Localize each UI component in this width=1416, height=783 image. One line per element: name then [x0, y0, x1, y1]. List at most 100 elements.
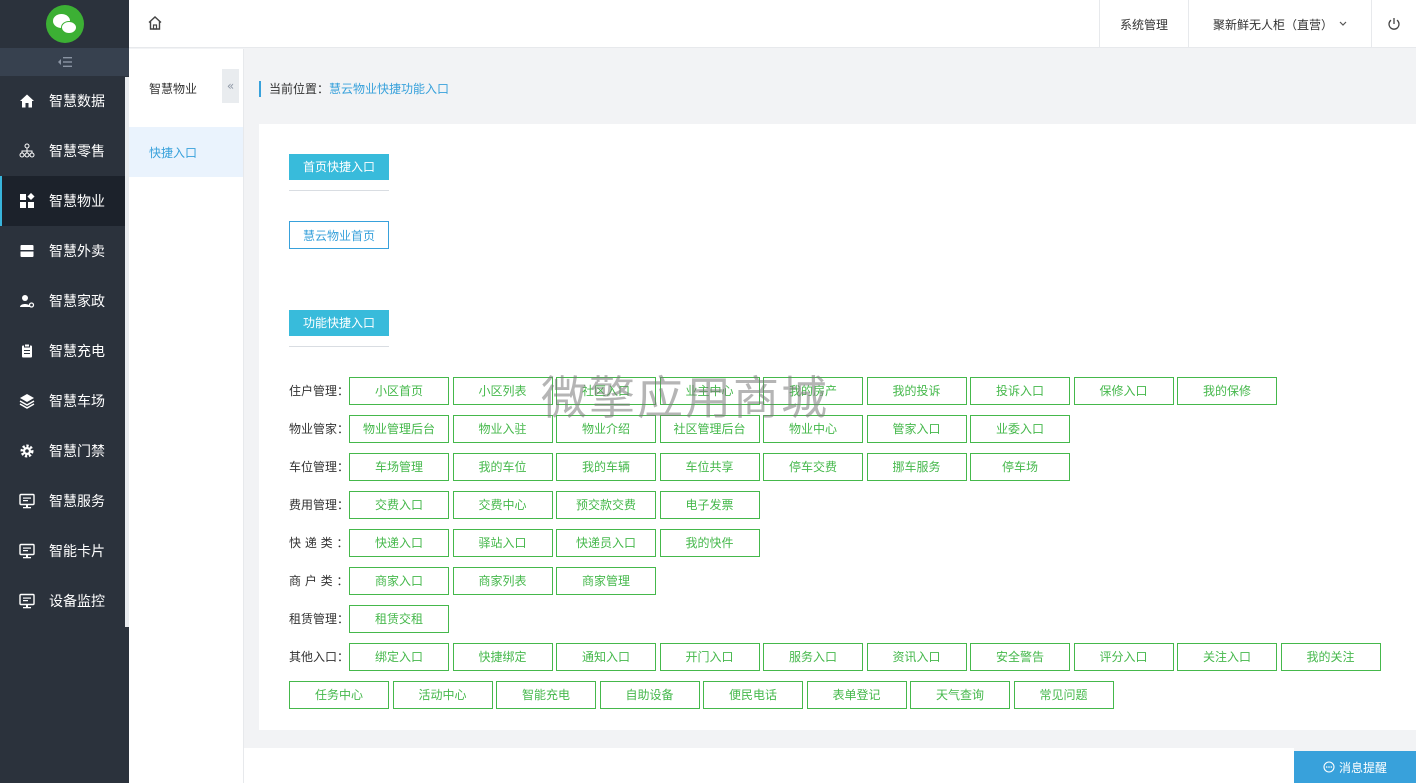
entry-button[interactable]: 天气查询 — [910, 680, 1010, 709]
entry-button[interactable]: 物业介绍 — [556, 414, 656, 443]
entry-button[interactable]: 管家入口 — [866, 414, 967, 443]
entry-row: 其他入口： 绑定入口 快捷绑定 通知入口 开门入口 服务入口 资讯入口 安全警告 评分入口 关注入… — [289, 642, 1384, 671]
entry-button[interactable]: 保修入口 — [1073, 376, 1174, 405]
entry-button[interactable]: 资讯入口 — [866, 642, 967, 671]
top-header: 系统管理 聚新鲜无人柜（直营） — [129, 0, 1416, 48]
entry-button[interactable]: 物业管理后台 — [349, 414, 449, 443]
entry-button[interactable]: 任务中心 — [289, 680, 389, 709]
sidebar-item-6[interactable]: 智慧车场 — [0, 376, 129, 426]
entry-button[interactable]: 我的投诉 — [866, 376, 967, 405]
entry-row: 快 递 类 ：快递入口 驿站入口 快递员入口 我的快件 — [289, 528, 763, 557]
entry-button[interactable]: 服务入口 — [763, 642, 863, 671]
submenu-item-quick-entry[interactable]: 快捷入口 — [129, 127, 243, 177]
logo-area — [0, 0, 129, 48]
section-divider — [289, 346, 389, 347]
submenu-collapse-button[interactable]: « — [222, 69, 239, 103]
entry-button[interactable]: 快递员入口 — [556, 528, 656, 557]
section-divider — [289, 190, 389, 191]
entry-row: 租赁管理： 租赁交租 — [289, 604, 453, 633]
sidebar-item-2[interactable]: 智慧物业 — [0, 176, 129, 226]
menu-collapse-icon[interactable] — [0, 48, 129, 76]
sidebar-item-1[interactable]: 智慧零售 — [0, 126, 129, 176]
chat-icon — [1323, 761, 1335, 773]
entry-button[interactable]: 评分入口 — [1073, 642, 1174, 671]
entry-button[interactable]: 交费入口 — [349, 490, 449, 519]
sidebar-item-5[interactable]: 智慧充电 — [0, 326, 129, 376]
entry-button[interactable]: 交费中心 — [452, 490, 553, 519]
entry-button[interactable]: 我的车位 — [452, 452, 553, 481]
entry-button[interactable]: 商家入口 — [349, 566, 449, 595]
sidebar-item-10[interactable]: 设备监控 — [0, 576, 129, 626]
entry-button[interactable]: 投诉入口 — [970, 376, 1070, 405]
row-label: 物业管家： — [289, 422, 350, 436]
entry-button[interactable]: 物业中心 — [763, 414, 863, 443]
monitor-icon — [18, 492, 36, 510]
entry-button[interactable]: 绑定入口 — [349, 642, 449, 671]
entry-button[interactable]: 自助设备 — [599, 680, 700, 709]
entry-row: 费用管理： 交费入口 交费中心 预交款交费 电子发票 — [289, 490, 763, 519]
entry-button[interactable]: 业委入口 — [970, 414, 1070, 443]
user-dropdown[interactable]: 聚新鲜无人柜（直营） — [1188, 0, 1371, 48]
entry-button[interactable]: 停车场 — [970, 452, 1070, 481]
sidebar-item-8[interactable]: 智慧服务 — [0, 476, 129, 526]
entry-button[interactable]: 安全警告 — [970, 642, 1070, 671]
home-outline-icon[interactable] — [147, 15, 165, 33]
sidebar-item-9[interactable]: 智能卡片 — [0, 526, 129, 576]
entry-button[interactable]: 电子发票 — [659, 490, 760, 519]
entry-button[interactable]: 智能充电 — [496, 680, 596, 709]
entry-button[interactable]: 我的快件 — [659, 528, 760, 557]
entry-button[interactable]: 业主中心 — [659, 376, 760, 405]
entry-button[interactable]: 常见问题 — [1013, 680, 1114, 709]
entry-button[interactable]: 我的车辆 — [556, 452, 656, 481]
row-label: 其他入口： — [289, 650, 350, 664]
sidebar-item-label: 智慧门禁 — [49, 444, 105, 460]
entry-button[interactable]: 挪车服务 — [866, 452, 967, 481]
breadcrumb-current[interactable]: 慧云物业快捷功能入口 — [329, 82, 449, 96]
home-link-button[interactable]: 慧云物业首页 — [289, 221, 389, 249]
entry-button[interactable]: 小区首页 — [349, 376, 449, 405]
grid-icon — [18, 192, 36, 210]
power-icon[interactable] — [1371, 0, 1416, 48]
entry-button[interactable]: 物业入驻 — [452, 414, 553, 443]
system-management-link[interactable]: 系统管理 — [1099, 0, 1188, 48]
entry-button[interactable]: 活动中心 — [392, 680, 493, 709]
sidebar-item-7[interactable]: 智慧门禁 — [0, 426, 129, 476]
entry-button[interactable]: 快捷绑定 — [452, 642, 553, 671]
section-title-home: 首页快捷入口 — [289, 154, 390, 180]
entry-button[interactable]: 开门入口 — [659, 642, 760, 671]
sidebar-item-4[interactable]: 智慧家政 — [0, 276, 129, 326]
entry-button[interactable]: 关注入口 — [1177, 642, 1277, 671]
entry-button[interactable]: 我的房产 — [763, 376, 863, 405]
chevron-down-icon — [1339, 21, 1347, 27]
entry-button[interactable]: 预交款交费 — [556, 490, 656, 519]
entry-button[interactable]: 我的关注 — [1280, 642, 1381, 671]
entry-button[interactable]: 通知入口 — [556, 642, 656, 671]
entry-button[interactable]: 驿站入口 — [452, 528, 553, 557]
entry-button[interactable]: 社区入口 — [556, 376, 656, 405]
sidebar: 智慧数据智慧零售 智慧物业 智慧外卖 智慧家政智慧充电智慧车场智慧门禁智慧服务 智能卡片… — [0, 0, 129, 783]
sidebar-item-3[interactable]: 智慧外卖 — [0, 226, 129, 276]
sidebar-item-0[interactable]: 智慧数据 — [0, 76, 129, 126]
row-label: 商 户 类 ： — [289, 574, 349, 588]
notify-button[interactable]: 消息提醒 — [1294, 751, 1416, 783]
sidebar-item-label: 智慧数据 — [49, 94, 105, 110]
notify-label: 消息提醒 — [1338, 760, 1387, 775]
entry-button[interactable]: 商家管理 — [556, 566, 656, 595]
entry-button[interactable]: 我的保修 — [1177, 376, 1277, 405]
monitor-icon — [18, 592, 36, 610]
entry-row: 商 户 类 ：商家入口 商家列表 商家管理 — [289, 566, 660, 595]
wechat-logo[interactable] — [45, 5, 84, 43]
entry-button[interactable]: 租赁交租 — [349, 604, 449, 633]
entry-button[interactable]: 社区管理后台 — [659, 414, 760, 443]
entry-button[interactable]: 商家列表 — [452, 566, 553, 595]
entry-button[interactable]: 小区列表 — [452, 376, 553, 405]
entry-button[interactable]: 便民电话 — [703, 680, 803, 709]
entry-button[interactable]: 车位共享 — [659, 452, 760, 481]
entry-button[interactable]: 车场管理 — [349, 452, 449, 481]
entry-button[interactable]: 快递入口 — [349, 528, 449, 557]
entry-button[interactable]: 停车交费 — [763, 452, 863, 481]
sidebar-item-label: 智慧充电 — [49, 344, 105, 360]
entry-row: 车位管理： 车场管理 我的车位 我的车辆 车位共享 停车交费 挪车服务 停车场 — [289, 452, 1074, 481]
entry-button[interactable]: 表单登记 — [806, 680, 907, 709]
row-label: 费用管理： — [289, 498, 350, 512]
